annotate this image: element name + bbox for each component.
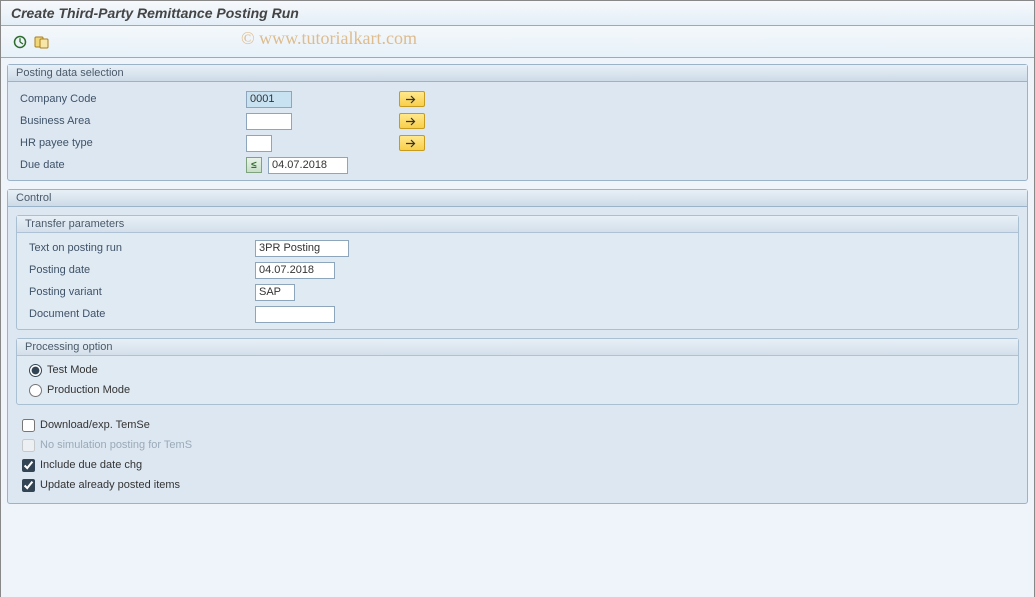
label-due-date: Due date <box>16 159 246 171</box>
multi-select-hr-payee-icon[interactable] <box>399 135 425 151</box>
watermark: © www.tutorialkart.com <box>241 28 417 49</box>
check-include-due-date[interactable]: Include due date chg <box>18 455 1017 475</box>
group-transfer-parameters: Transfer parameters Text on posting run … <box>16 215 1019 330</box>
group-posting-data: Posting data selection Company Code Busi… <box>7 64 1028 181</box>
content-area: Posting data selection Company Code Busi… <box>1 58 1034 597</box>
check-include-due-date-input[interactable] <box>22 459 35 472</box>
group-title-control: Control <box>8 190 1027 207</box>
label-posting-variant: Posting variant <box>25 286 255 298</box>
label-company-code: Company Code <box>16 93 246 105</box>
check-include-due-date-label: Include due date chg <box>40 459 142 471</box>
label-business-area: Business Area <box>16 115 246 127</box>
radio-test-mode[interactable]: Test Mode <box>25 360 1010 380</box>
label-hr-payee-type: HR payee type <box>16 137 246 149</box>
check-download-temse-label: Download/exp. TemSe <box>40 419 150 431</box>
due-date-input[interactable] <box>268 157 348 174</box>
radio-production-mode-input[interactable] <box>29 384 42 397</box>
text-on-posting-run-input[interactable] <box>255 240 349 257</box>
radio-test-mode-label: Test Mode <box>47 364 98 376</box>
group-processing-option: Processing option Test Mode Production M… <box>16 338 1019 405</box>
check-no-sim-posting-input <box>22 439 35 452</box>
hr-payee-type-input[interactable] <box>246 135 272 152</box>
due-date-operator-button[interactable]: ≤ <box>246 157 262 173</box>
check-update-posted[interactable]: Update already posted items <box>18 475 1017 495</box>
group-control: Control Transfer parameters Text on post… <box>7 189 1028 504</box>
page-title: Create Third-Party Remittance Posting Ru… <box>1 1 1034 26</box>
posting-date-input[interactable] <box>255 262 335 279</box>
business-area-input[interactable] <box>246 113 292 130</box>
check-update-posted-input[interactable] <box>22 479 35 492</box>
radio-production-mode[interactable]: Production Mode <box>25 380 1010 400</box>
label-document-date: Document Date <box>25 308 255 320</box>
check-no-sim-posting: No simulation posting for TemS <box>18 435 1017 455</box>
group-title-transfer: Transfer parameters <box>17 216 1018 233</box>
document-date-input[interactable] <box>255 306 335 323</box>
check-no-sim-posting-label: No simulation posting for TemS <box>40 439 192 451</box>
label-text-on-posting-run: Text on posting run <box>25 242 255 254</box>
posting-variant-input[interactable] <box>255 284 295 301</box>
group-title-processing: Processing option <box>17 339 1018 356</box>
multi-select-business-area-icon[interactable] <box>399 113 425 129</box>
radio-production-mode-label: Production Mode <box>47 384 130 396</box>
company-code-input[interactable] <box>246 91 292 108</box>
checkbox-block: Download/exp. TemSe No simulation postin… <box>16 413 1019 499</box>
toolbar: © www.tutorialkart.com <box>1 26 1034 58</box>
label-posting-date: Posting date <box>25 264 255 276</box>
check-download-temse-input[interactable] <box>22 419 35 432</box>
group-title-posting-data: Posting data selection <box>8 65 1027 82</box>
radio-test-mode-input[interactable] <box>29 364 42 377</box>
execute-icon[interactable] <box>11 33 29 51</box>
check-update-posted-label: Update already posted items <box>40 479 180 491</box>
multi-select-company-code-icon[interactable] <box>399 91 425 107</box>
check-download-temse[interactable]: Download/exp. TemSe <box>18 415 1017 435</box>
variant-icon[interactable] <box>33 33 51 51</box>
